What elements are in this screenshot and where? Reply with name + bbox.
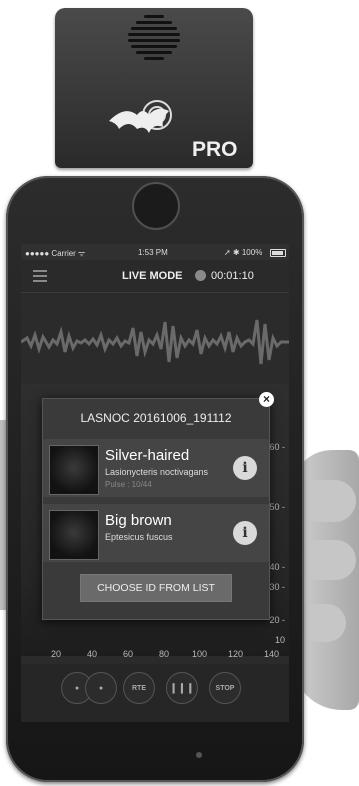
frequency-axis: 20 40 60 80 100 120 140	[21, 649, 289, 663]
menu-icon[interactable]	[33, 270, 47, 282]
home-button[interactable]	[196, 752, 202, 758]
y-tick: 20 -	[269, 615, 285, 625]
species-scientific-name: Eptesicus fuscus	[105, 532, 173, 542]
bat-photo	[49, 445, 99, 495]
x-tick: 60	[123, 649, 134, 659]
y-tick: 50 -	[269, 502, 285, 512]
status-bar: ●●●●● Carrier ᯤ 1:53 PM ➚ ✱ 100%	[21, 244, 289, 260]
dialog-title: LASNOC 20161006_191112	[43, 411, 269, 425]
species-result-row[interactable]: Silver-haired Lasionycteris noctivagans …	[43, 439, 269, 497]
x-tick: 80	[159, 649, 170, 659]
rte-button[interactable]: RTE	[123, 672, 155, 704]
camera-ring	[132, 182, 180, 230]
control-bar: ● ● RTE ❙❙❙ STOP	[21, 664, 289, 722]
ultrasonic-microphone-module: PRO	[55, 8, 253, 168]
close-icon[interactable]: ×	[259, 392, 274, 407]
battery-label: ➚ ✱ 100%	[224, 248, 263, 257]
info-icon[interactable]: i	[233, 456, 257, 480]
y-tick: 60 -	[269, 442, 285, 452]
finger	[298, 540, 356, 580]
pro-badge: PRO	[192, 138, 238, 161]
clock: 1:53 PM	[138, 248, 168, 257]
species-result-row[interactable]: Big brown Eptesicus fuscus i	[43, 504, 269, 562]
bat-logo-icon	[109, 100, 172, 133]
record-indicator-icon	[195, 270, 206, 281]
x-tick: 100	[192, 649, 208, 659]
species-common-name: Big brown	[105, 512, 172, 529]
info-icon[interactable]: i	[233, 521, 257, 545]
choose-id-from-list-button[interactable]: CHOOSE ID FROM LIST	[80, 574, 232, 602]
recording-id: 20161006_191112	[133, 411, 232, 425]
y-tick: 40 -	[269, 562, 285, 572]
mode-label: LIVE MODE	[122, 270, 183, 282]
microphone-grille	[125, 12, 183, 72]
x-tick: 140	[264, 649, 280, 659]
nav-bar: LIVE MODE 00:01:10	[21, 260, 289, 293]
carrier-label: ●●●●● Carrier ᯤ	[25, 249, 86, 258]
x-tick: 40	[87, 649, 98, 659]
species-code: LASNOC	[80, 411, 130, 425]
recording-timer: 00:01:10	[211, 270, 254, 282]
x-tick: 20	[51, 649, 62, 659]
bat-photo	[49, 510, 99, 560]
finger	[296, 480, 356, 522]
y-tick: 10	[274, 635, 285, 645]
pause-icon[interactable]: ❙❙❙	[166, 672, 198, 704]
y-tick: 30 -	[269, 582, 285, 592]
x-tick: 120	[228, 649, 244, 659]
species-common-name: Silver-haired	[105, 447, 190, 464]
species-id-dialog: LASNOC 20161006_191112 Silver-haired Las…	[42, 398, 270, 620]
stop-button[interactable]: STOP	[209, 672, 241, 704]
species-scientific-name: Lasionycteris noctivagans	[105, 467, 209, 477]
waveform	[21, 319, 289, 365]
secondary-record-button[interactable]: ●	[85, 672, 117, 704]
pulse-count: Pulse : 10/44	[105, 480, 152, 489]
battery-icon	[270, 249, 286, 257]
